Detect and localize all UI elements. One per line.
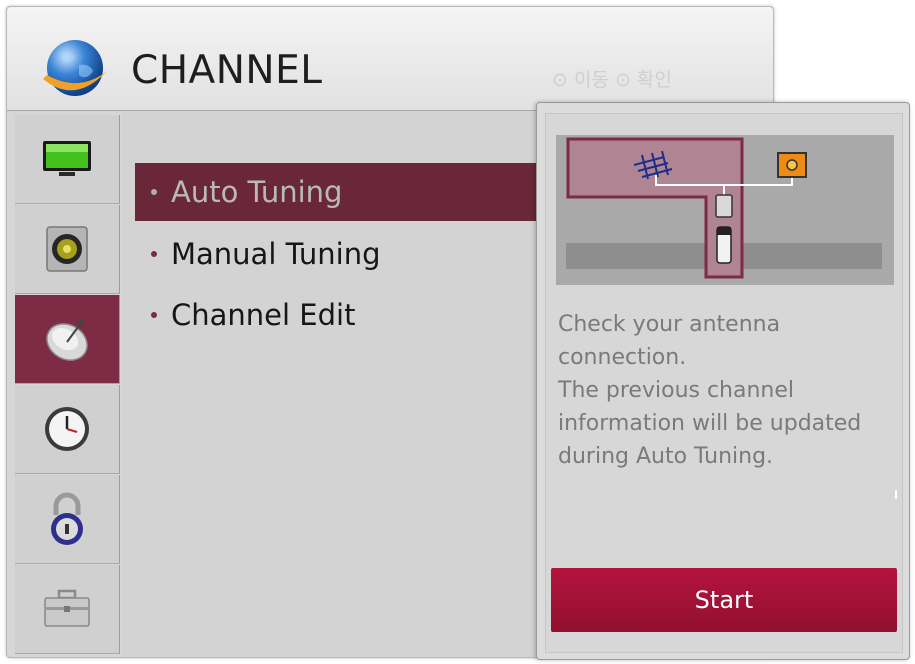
tab-channel[interactable] [15,295,120,384]
globe-icon [43,40,107,96]
menu-item-label: Channel Edit [171,298,356,332]
menu-item-label: Auto Tuning [171,175,343,209]
start-button[interactable]: Start [551,568,897,632]
toolbox-icon [44,589,90,627]
page-title: CHANNEL [131,48,323,93]
auto-tuning-description: Check your antenna connection. The previ… [558,308,898,473]
bullet-icon [151,251,157,257]
popup-body: Check your antenna connection. The previ… [545,113,903,653]
padlock-icon [51,492,83,545]
tab-option[interactable] [15,565,120,654]
menu-item-channel-edit[interactable]: Channel Edit [135,286,575,344]
speaker-icon [46,226,88,272]
menu-item-manual-tuning[interactable]: Manual Tuning [135,225,575,283]
category-sidebar [15,115,120,655]
description-line: during Auto Tuning. [558,444,774,469]
tv-icon [43,141,91,176]
tab-audio[interactable] [15,205,120,294]
satellite-dish-icon [46,320,88,361]
menu-item-auto-tuning[interactable]: Auto Tuning [135,163,575,221]
description-line: The previous channel [558,378,795,403]
tab-lock[interactable] [15,475,120,564]
description-line: connection. [558,345,687,370]
bullet-icon [151,189,157,195]
bullet-icon [151,312,157,318]
antenna-connection-illustration [556,135,894,285]
header-navigation-hint: ⊙ 이동 ⊙ 확인 [552,69,672,91]
cursor-marker [895,490,897,499]
tab-time[interactable] [15,385,120,474]
menu-item-label: Manual Tuning [171,237,381,271]
clock-icon [45,407,89,451]
channel-menu-list: Auto Tuning Manual Tuning Channel Edit [121,111,575,657]
auto-tuning-popup: Check your antenna connection. The previ… [536,102,910,660]
menu-header: CHANNEL ⊙ 이동 ⊙ 확인 [7,7,773,111]
description-line: information will be updated [558,411,862,436]
description-line: Check your antenna [558,312,781,337]
tab-picture[interactable] [15,115,120,204]
